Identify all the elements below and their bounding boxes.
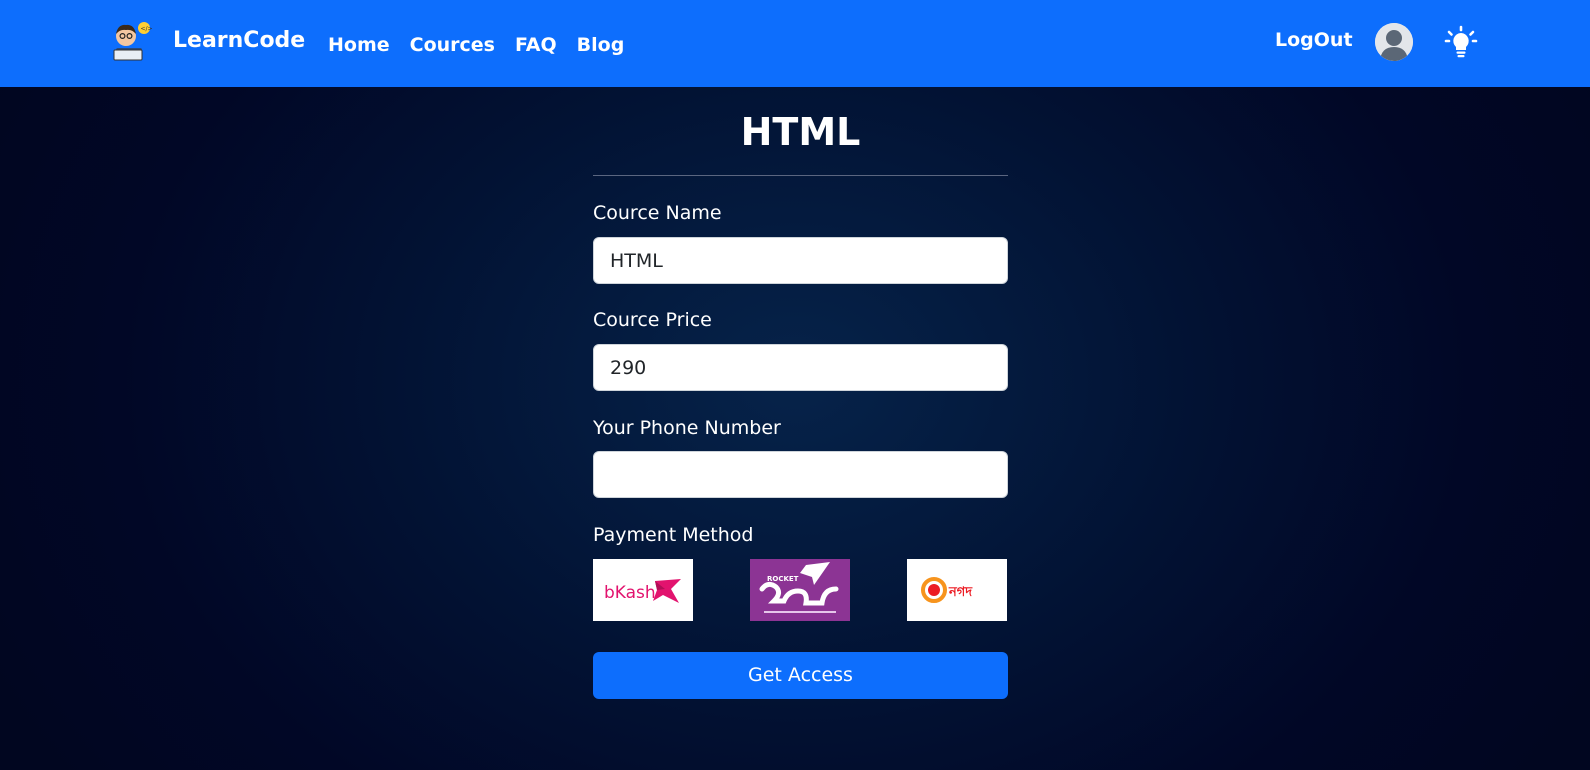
phone-number-label: Your Phone Number — [593, 417, 781, 439]
course-price-input[interactable] — [593, 344, 1008, 391]
payment-option-rocket[interactable]: ROCKET — [750, 559, 850, 621]
course-name-input[interactable] — [593, 237, 1008, 284]
user-avatar-icon[interactable] — [1375, 23, 1413, 61]
course-price-label: Cource Price — [593, 309, 712, 331]
theme-toggle-bulb-icon[interactable] — [1444, 25, 1478, 59]
nagad-logo-text: নগদ — [948, 585, 973, 600]
nav-link-faq[interactable]: FAQ — [515, 31, 557, 59]
rocket-logo-text: ROCKET — [767, 575, 799, 583]
bkash-logo-text: bKash — [604, 583, 656, 603]
brand-logo-icon[interactable]: </> — [108, 18, 153, 62]
brand-name[interactable]: LearnCode — [173, 26, 305, 56]
title-divider — [593, 175, 1008, 176]
nav-link-blog[interactable]: Blog — [577, 31, 625, 59]
phone-number-input[interactable] — [593, 451, 1008, 498]
logout-button[interactable]: LogOut — [1275, 26, 1353, 54]
course-title: HTML — [740, 110, 861, 154]
payment-option-nagad[interactable]: নগদ — [907, 559, 1007, 621]
payment-option-bkash[interactable]: bKash — [593, 559, 693, 621]
nav-link-home[interactable]: Home — [328, 31, 390, 59]
get-access-button[interactable]: Get Access — [593, 652, 1008, 699]
payment-method-label: Payment Method — [593, 524, 754, 546]
svg-text:</>: </> — [141, 26, 153, 33]
nav-links: Home Cources FAQ Blog — [328, 31, 644, 59]
navbar: </> LearnCode Home Cources FAQ Blog LogO… — [0, 0, 1590, 87]
nav-link-courses[interactable]: Cources — [410, 31, 495, 59]
checkout-form: HTML Cource Name Cource Price Your Phone… — [593, 106, 1008, 699]
course-name-label: Cource Name — [593, 202, 722, 224]
